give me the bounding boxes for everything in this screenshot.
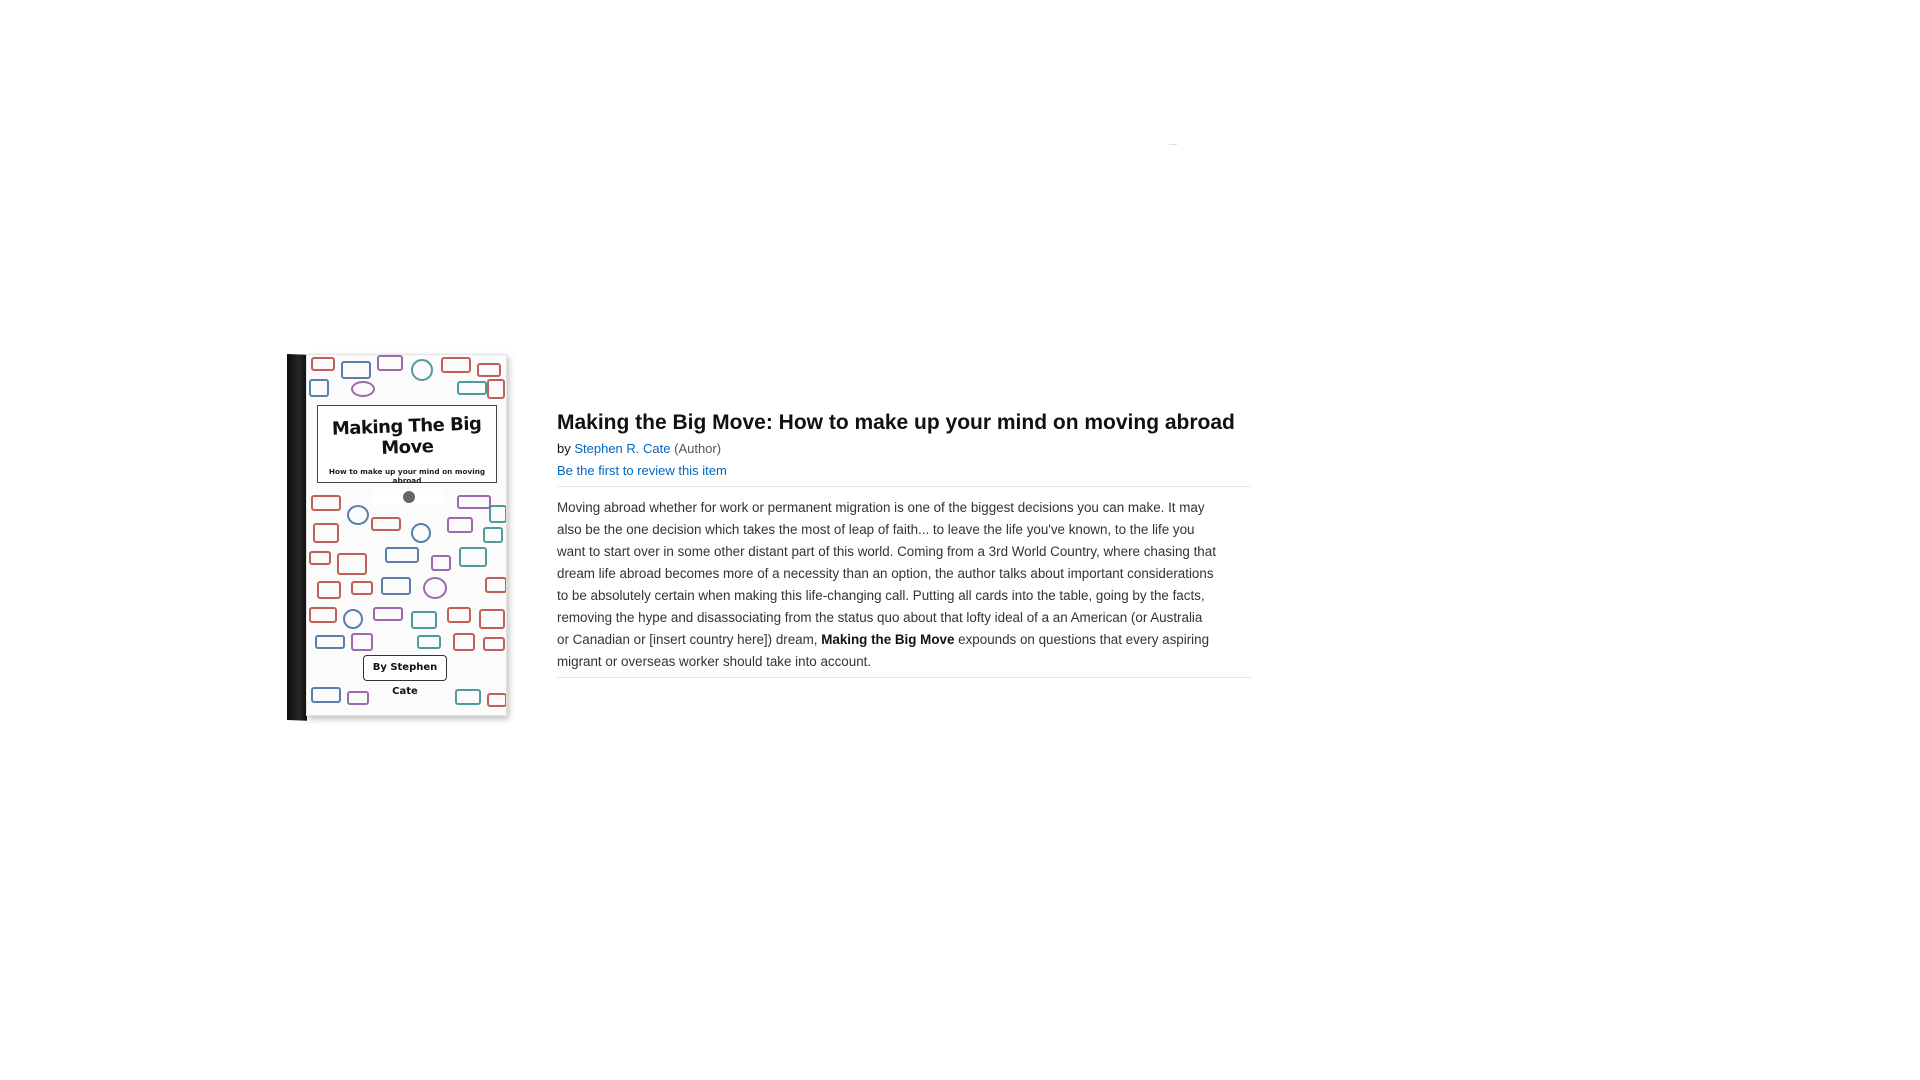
passport-stamp (317, 581, 341, 599)
passport-stamp (381, 577, 411, 595)
passport-stamp (377, 355, 403, 371)
product-details: Making the Big Move: How to make up your… (557, 410, 1251, 678)
divider-speck (1169, 144, 1177, 145)
passport-stamp (309, 607, 337, 623)
passport-stamp (351, 381, 375, 397)
passport-stamp (385, 547, 419, 563)
passport-stamp (411, 523, 431, 543)
passport-stamp (477, 363, 501, 377)
passport-stamp (311, 357, 335, 371)
passport-stamp (453, 633, 475, 651)
passport-stamp (347, 691, 369, 705)
book-cover-image[interactable]: Making The Big Move How to make up your … (287, 354, 507, 721)
passport-stamp (417, 635, 441, 649)
passport-stamp (347, 505, 369, 525)
cover-subtitle: How to make up your mind on moving abroa… (328, 467, 486, 485)
product-description: Moving abroad whether for work or perman… (557, 497, 1217, 673)
passport-stamp (447, 607, 471, 623)
byline-prefix: by (557, 441, 571, 456)
passport-stamp (431, 555, 451, 571)
passport-stamp (455, 689, 481, 705)
passport-stamp (483, 527, 503, 543)
passport-stamp (309, 379, 329, 397)
passport-stamp (313, 523, 339, 543)
seal-icon (403, 491, 415, 503)
passport-stamp (487, 379, 505, 399)
passport-stamp (423, 577, 447, 599)
author-link[interactable]: Stephen R. Cate (574, 441, 670, 456)
page: Making The Big Move How to make up your … (0, 0, 1920, 1080)
passport-stamp (315, 635, 345, 649)
review-link[interactable]: Be the first to review this item (557, 462, 727, 480)
book-front: Making The Big Move How to make up your … (306, 354, 507, 716)
author-role: (Author) (674, 441, 722, 456)
passport-stamp (487, 693, 506, 707)
book-spine (287, 354, 307, 721)
passport-stamp (479, 609, 505, 629)
passport-stamp (483, 637, 505, 651)
passport-stamp (447, 517, 473, 533)
passport-stamp (457, 381, 487, 395)
passport-stamp (489, 505, 506, 523)
publisher-badge (373, 489, 443, 505)
passport-stamp (441, 357, 471, 373)
description-bold-title: Making the Big Move (821, 632, 955, 647)
cover-author: By Stephen Cate (363, 655, 447, 697)
passport-stamp (341, 361, 371, 379)
byline: by Stephen R. Cate (Author) (557, 440, 1251, 458)
passport-stamp (351, 581, 373, 595)
passport-stamp (373, 607, 403, 621)
passport-stamp (457, 495, 491, 509)
passport-stamp (411, 611, 437, 629)
description-text-1: Moving abroad whether for work or perman… (557, 500, 1216, 647)
passport-stamp (351, 633, 373, 651)
passport-stamp (485, 577, 506, 593)
product-title: Making the Big Move: How to make up your… (557, 411, 1235, 434)
divider (557, 486, 1251, 487)
passport-stamp (459, 547, 487, 567)
passport-stamp (311, 495, 341, 511)
passport-stamp (343, 609, 363, 629)
cover-title: Making The Big Move (331, 413, 482, 459)
passport-stamp (371, 517, 401, 531)
passport-stamp (309, 551, 331, 565)
divider-bottom (557, 677, 1251, 678)
passport-stamp (411, 359, 433, 381)
cover-title-box: Making The Big Move How to make up your … (317, 405, 497, 485)
passport-stamp (311, 687, 341, 703)
passport-stamp (337, 553, 367, 575)
